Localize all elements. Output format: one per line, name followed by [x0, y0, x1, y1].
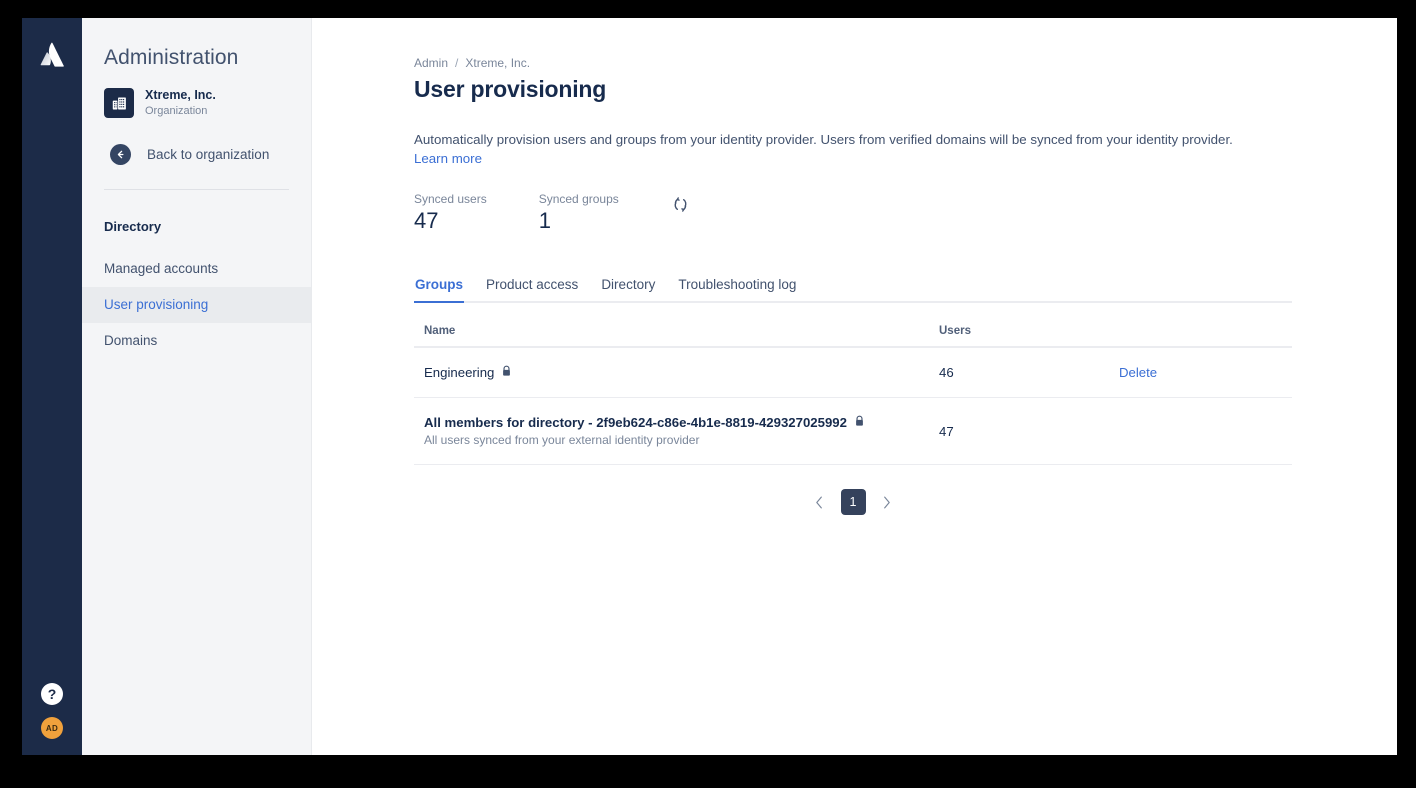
organization-switcher[interactable]: Xtreme, Inc. Organization [82, 88, 311, 118]
cell-user-count: 46 [929, 347, 1109, 399]
group-name-wrapper: All members for directory - 2f9eb624-c86… [424, 415, 929, 430]
group-name[interactable]: Engineering [424, 365, 494, 380]
sidebar-item-label: User provisioning [104, 297, 209, 313]
column-header-name[interactable]: Name [414, 303, 929, 349]
delete-button[interactable]: Delete [1119, 365, 1157, 380]
sidebar-item-user-provisioning[interactable]: User provisioning [82, 287, 311, 324]
tab-label: Directory [601, 277, 656, 293]
help-icon[interactable]: ? [41, 683, 63, 705]
group-description: All users synced from your external iden… [424, 433, 700, 448]
lock-icon [854, 415, 865, 430]
tab-directory[interactable]: Directory [600, 271, 656, 301]
tab-product-access[interactable]: Product access [485, 271, 579, 301]
sidebar-item-domains[interactable]: Domains [82, 323, 311, 359]
cell-group-name: Engineering [414, 347, 929, 399]
breadcrumb-admin[interactable]: Admin [414, 56, 448, 70]
tab-label: Groups [415, 277, 464, 293]
cell-user-count: 47 [929, 397, 1109, 466]
organization-info: Xtreme, Inc. Organization [145, 88, 216, 118]
tab-label: Product access [486, 277, 579, 293]
tab-troubleshooting-log[interactable]: Troubleshooting log [677, 271, 797, 301]
pagination-page-1[interactable]: 1 [840, 489, 866, 516]
admin-app-window: ? AD Administration Xtreme, Inc. Organiz… [22, 18, 1397, 755]
arrow-left-icon [110, 144, 131, 165]
rail-bottom-actions: ? AD [22, 683, 82, 739]
pagination: 1 [414, 489, 1292, 516]
sidebar-item-label: Managed accounts [104, 261, 219, 276]
tab-groups[interactable]: Groups [414, 271, 465, 304]
learn-more-link[interactable]: Learn more [414, 151, 482, 166]
back-to-organization-label: Back to organization [147, 147, 270, 162]
page-title: User provisioning [414, 76, 607, 102]
stat-value: 1 [538, 208, 551, 234]
sidebar-title: Administration [104, 46, 239, 69]
group-name-wrapper: Engineering [424, 365, 929, 380]
column-header-users[interactable]: Users [929, 303, 1109, 349]
cell-actions [1109, 397, 1292, 466]
avatar[interactable]: AD [41, 717, 63, 739]
cell-actions: Delete [1109, 347, 1292, 399]
refresh-sync-icon[interactable] [671, 194, 691, 214]
atlassian-logo-icon[interactable] [36, 38, 68, 70]
sidebar-item-managed-accounts[interactable]: Managed accounts [82, 251, 311, 287]
stat-synced-groups: Synced groups 1 [539, 192, 619, 233]
table-row: Engineering 46 Delete [414, 347, 1292, 399]
stat-label: Synced groups [538, 192, 619, 207]
group-name[interactable]: All members for directory - 2f9eb624-c86… [424, 415, 847, 430]
column-header-actions [1109, 303, 1292, 349]
groups-table: Name Users Engineering 46 Delete All mem… [414, 303, 1292, 466]
organization-subtitle: Organization [145, 104, 208, 117]
content-column: Admin / Xtreme, Inc. User provisioning A… [414, 56, 1292, 516]
table-header-row: Name Users [414, 303, 1292, 349]
admin-sidebar: Administration Xtreme, Inc. Organization… [82, 18, 312, 755]
sidebar-divider [104, 189, 289, 190]
stat-synced-users: Synced users 47 [414, 192, 487, 233]
global-nav-rail: ? AD [22, 18, 82, 755]
main-content: Admin / Xtreme, Inc. User provisioning A… [312, 18, 1397, 755]
stat-value: 47 [414, 208, 439, 234]
cell-group-name: All members for directory - 2f9eb624-c86… [414, 397, 929, 466]
page-description: Automatically provision users and groups… [414, 132, 1233, 147]
tab-label: Troubleshooting log [678, 277, 797, 293]
sync-stats: Synced users 47 Synced groups 1 [414, 192, 1292, 233]
stat-label: Synced users [414, 192, 487, 207]
back-to-organization-button[interactable]: Back to organization [82, 144, 311, 165]
organization-name: Xtreme, Inc. [145, 88, 216, 103]
chevron-left-icon[interactable] [810, 490, 830, 514]
chevron-right-icon[interactable] [877, 490, 897, 514]
breadcrumb-separator: / [455, 56, 459, 70]
breadcrumb: Admin / Xtreme, Inc. [414, 56, 1292, 70]
tab-bar: Groups Product access Directory Troubles… [414, 271, 1292, 304]
breadcrumb-organization[interactable]: Xtreme, Inc. [465, 56, 530, 70]
building-icon [104, 88, 134, 118]
sidebar-section-directory: Directory [104, 219, 162, 234]
sidebar-item-label: Domains [104, 333, 158, 349]
table-body: Engineering 46 Delete All members for di… [414, 347, 1292, 466]
table-row: All members for directory - 2f9eb624-c86… [414, 397, 1292, 466]
table-head: Name Users [414, 303, 1292, 349]
lock-icon [501, 365, 512, 380]
